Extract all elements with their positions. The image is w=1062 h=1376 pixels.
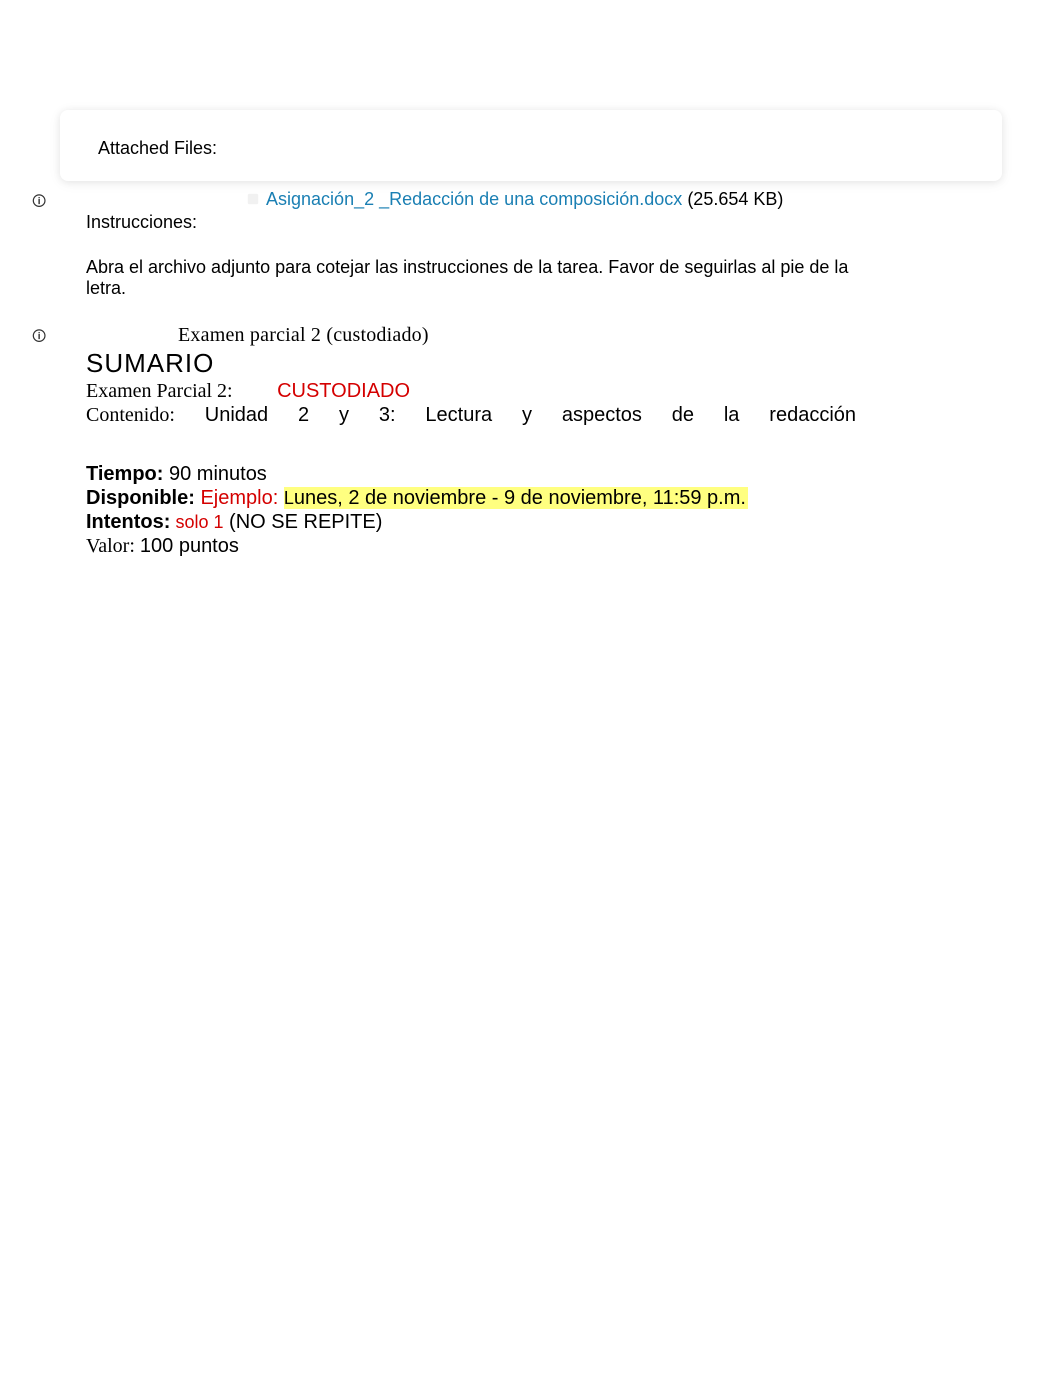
valor-line: Valor: 100 puntos [86, 535, 856, 558]
tiempo-value: 90 minutos [163, 463, 266, 485]
exam-parcial-label: Examen Parcial 2: [86, 380, 233, 402]
attached-file-size: (25.654 KB) [687, 189, 783, 209]
custodiado-badge: CUSTODIADO [277, 380, 410, 402]
attached-file-link[interactable]: Asignación_2 _Redacción de una composici… [266, 189, 682, 209]
valor-label: Valor: [86, 535, 140, 557]
instructions-body: Abra el archivo adjunto para cotejar las… [86, 257, 886, 298]
contenido-value: Unidad 2 y 3: Lectura y aspectos de la r… [205, 404, 856, 426]
disponible-label: Disponible: [86, 487, 195, 509]
intentos-line: Intentos: solo 1 (NO SE REPITE) [86, 511, 856, 534]
exam-row: 🛈 Examen parcial 2 (custodiado) [50, 324, 1012, 347]
tiempo-line: Tiempo: 90 minutos [86, 463, 856, 486]
disponible-line: Disponible: Ejemplo: Lunes, 2 de noviemb… [86, 487, 856, 510]
contenido-label: Contenido: [86, 404, 175, 426]
contenido-line: Contenido: Unidad 2 y 3: Lectura y aspec… [86, 404, 856, 427]
intentos-note: (NO SE REPITE) [223, 511, 382, 533]
exam-title: Examen parcial 2 (custodiado) [86, 324, 429, 347]
tiempo-label: Tiempo: [86, 463, 163, 485]
disponible-value: Lunes, 2 de noviembre - 9 de noviembre, … [284, 487, 748, 509]
meta-block: Tiempo: 90 minutos Disponible: Ejemplo: … [86, 463, 856, 558]
ejemplo-label: Ejemplo: [195, 487, 284, 509]
attached-file-row: 🛈 Asignación_2 _Redacción de una composi… [50, 189, 1012, 210]
valor-value: 100 puntos [140, 535, 239, 557]
attachment-icon [246, 190, 260, 204]
intentos-label: Intentos: [86, 511, 170, 533]
summary-heading: SUMARIO [86, 348, 856, 379]
intentos-value: solo 1 [170, 512, 223, 532]
info-icon: 🛈 [32, 191, 44, 215]
exam-parcial-line: Examen Parcial 2: CUSTODIADO [86, 380, 856, 403]
instructions-label: Instrucciones: [86, 212, 1012, 233]
info-icon: 🛈 [32, 326, 44, 350]
attached-files-label: Attached Files: [98, 138, 972, 159]
attached-files-box: Attached Files: [60, 110, 1002, 181]
summary-block: SUMARIO Examen Parcial 2: CUSTODIADO Con… [86, 348, 1012, 427]
